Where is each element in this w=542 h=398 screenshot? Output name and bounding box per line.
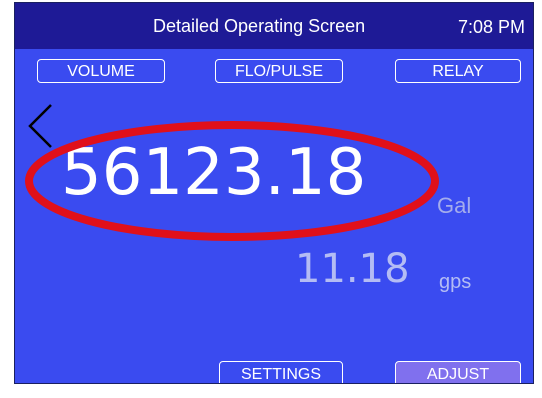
flo-pulse-button[interactable]: FLO/PULSE <box>215 59 343 83</box>
settings-button[interactable]: SETTINGS <box>219 361 343 383</box>
chevron-left-icon[interactable] <box>27 103 55 149</box>
total-volume-value: 56123.18 <box>61 136 367 210</box>
title-bar: Detailed Operating Screen 7:08 PM <box>15 3 533 49</box>
operating-screen: Detailed Operating Screen 7:08 PM VOLUME… <box>14 2 534 384</box>
adjust-button[interactable]: ADJUST <box>395 361 521 383</box>
flow-rate-value: 11.18 <box>295 246 410 292</box>
total-volume-unit: Gal <box>437 193 472 218</box>
flow-rate-unit: gps <box>439 271 472 293</box>
relay-button[interactable]: RELAY <box>395 59 521 83</box>
screen-title: Detailed Operating Screen <box>153 16 366 36</box>
volume-button[interactable]: VOLUME <box>37 59 165 83</box>
clock-time: 7:08 PM <box>457 17 525 37</box>
